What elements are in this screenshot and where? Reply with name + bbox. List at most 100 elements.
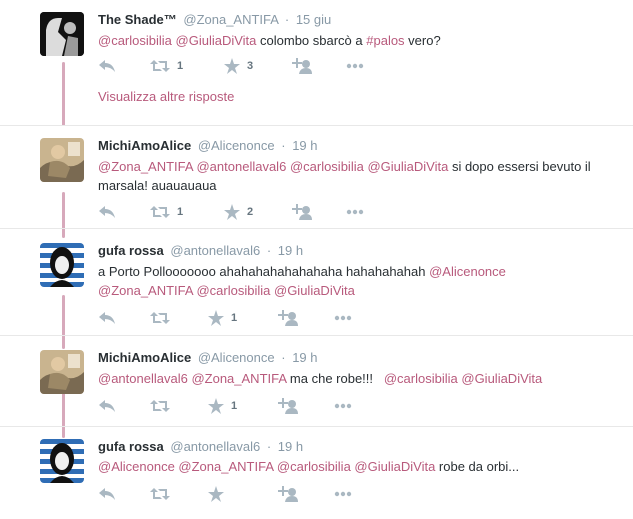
more-options-button[interactable] [334,396,352,416]
mention-link[interactable]: @carlosibilia [290,159,364,174]
tweet[interactable]: The Shade™ @Zona_ANTIFA · 15 giu @carlos… [0,0,633,125]
tweet-actions: 1 [98,396,398,416]
tweet-text-segment: colombo sbarcò a [256,33,367,48]
star-icon [224,204,240,220]
mention-link[interactable]: @Zona_ANTIFA [178,459,273,474]
timestamp[interactable]: 19 h [292,138,317,153]
mention-link[interactable]: @antonellaval6 [196,159,286,174]
mention-link[interactable]: @GiuliaDiVita [274,283,355,298]
tweet[interactable]: MichiAmoAlice @Alicenonce · 19 h @Zona_A… [0,126,633,228]
retweet-button[interactable]: 1 [150,56,183,76]
follow-button[interactable] [278,308,298,328]
retweet-icon [150,488,170,500]
display-name[interactable]: gufa rossa [98,439,164,454]
retweet-button[interactable] [150,396,170,416]
retweet-button[interactable]: 1 [150,202,183,222]
add-user-icon [278,486,298,502]
tweet-text-segment: a Porto Pollooooooo ahahahahahahahaha ha… [98,264,430,279]
mention-link[interactable]: @Zona_ANTIFA [98,283,193,298]
more-options-button[interactable] [334,484,352,504]
tweet[interactable]: MichiAmoAlice @Alicenonce · 19 h @antone… [0,336,633,426]
mention-link[interactable]: @antonellaval6 [98,371,188,386]
follow-button[interactable] [292,202,312,222]
add-user-icon [278,310,298,326]
handle[interactable]: @antonellaval6 [170,243,260,258]
tweet-text-segment: vero? [404,33,441,48]
like-button[interactable]: 2 [224,202,253,222]
tweet-actions: 1 3 [98,56,398,76]
timestamp[interactable]: 15 giu [296,12,331,27]
timestamp[interactable]: 19 h [278,439,303,454]
reply-button[interactable] [98,396,116,416]
follow-button[interactable] [292,56,312,76]
tweet-text: @carlosibilia @GiuliaDiVita colombo sbar… [98,31,598,50]
display-name[interactable]: gufa rossa [98,243,164,258]
timestamp[interactable]: 19 h [292,350,317,365]
handle[interactable]: @Zona_ANTIFA [183,12,278,27]
mention-link[interactable]: @Zona_ANTIFA [98,159,193,174]
tweet-text: @antonellaval6 @Zona_ANTIFA ma che robe!… [98,369,598,388]
star-icon [208,310,224,326]
like-button[interactable] [208,484,224,504]
tweet[interactable]: gufa rossa @antonellaval6 · 19 h a Porto… [0,229,633,335]
like-button[interactable]: 1 [208,396,237,416]
hashtag-link[interactable]: #palos [366,33,404,48]
tweet-text-segment: ma che robe!!! [286,371,384,386]
mention-link[interactable]: @carlosibilia [277,459,351,474]
more-options-button[interactable] [346,202,364,222]
reply-icon [99,312,115,324]
display-name[interactable]: MichiAmoAlice [98,350,191,365]
display-name[interactable]: The Shade™ [98,12,177,27]
reply-icon [99,60,115,72]
handle[interactable]: @Alicenonce [198,350,275,365]
more-options-button[interactable] [334,308,352,328]
mention-link[interactable]: @carlosibilia [98,33,172,48]
tweet[interactable]: gufa rossa @antonellaval6 · 19 h @Alicen… [0,427,633,519]
reply-icon [99,488,115,500]
more-icon [334,491,352,497]
reply-button[interactable] [98,308,116,328]
reply-button[interactable] [98,202,116,222]
more-icon [334,315,352,321]
tweet-header: MichiAmoAlice @Alicenonce · 19 h [98,138,318,153]
retweet-count: 1 [177,206,184,218]
reply-button[interactable] [98,56,116,76]
display-name[interactable]: MichiAmoAlice [98,138,191,153]
add-user-icon [292,58,312,74]
avatar[interactable] [40,439,84,483]
mention-link[interactable]: @carlosibilia [196,283,270,298]
more-icon [334,403,352,409]
more-icon [346,63,364,69]
handle[interactable]: @Alicenonce [198,138,275,153]
mention-link[interactable]: @Alicenonce [429,264,506,279]
mention-link[interactable]: @carlosibilia [384,371,458,386]
mention-link[interactable]: @GiuliaDiVita [461,371,542,386]
retweet-button[interactable] [150,484,170,504]
like-button[interactable]: 3 [224,56,253,76]
timestamp[interactable]: 19 h [278,243,303,258]
more-options-button[interactable] [346,56,364,76]
mention-link[interactable]: @Zona_ANTIFA [191,371,286,386]
mention-link[interactable]: @GiuliaDiVita [176,33,257,48]
follow-button[interactable] [278,396,298,416]
avatar[interactable] [40,138,84,182]
like-count: 1 [231,400,238,412]
avatar[interactable] [40,12,84,56]
retweet-button[interactable] [150,308,170,328]
follow-button[interactable] [278,484,298,504]
avatar[interactable] [40,350,84,394]
more-icon [346,209,364,215]
avatar[interactable] [40,243,84,287]
reply-button[interactable] [98,484,116,504]
add-user-icon [292,204,312,220]
tweet-header: MichiAmoAlice @Alicenonce · 19 h [98,350,318,365]
mention-link[interactable]: @GiuliaDiVita [367,159,448,174]
show-more-replies-link[interactable]: Visualizza altre risposte [98,89,234,104]
tweet-text: a Porto Pollooooooo ahahahahahahahaha ha… [98,262,598,300]
like-button[interactable]: 1 [208,308,237,328]
mention-link[interactable]: @Alicenonce [98,459,175,474]
tweet-actions: 1 [98,308,398,328]
mention-link[interactable]: @GiuliaDiVita [354,459,435,474]
like-count: 2 [247,206,254,218]
handle[interactable]: @antonellaval6 [170,439,260,454]
